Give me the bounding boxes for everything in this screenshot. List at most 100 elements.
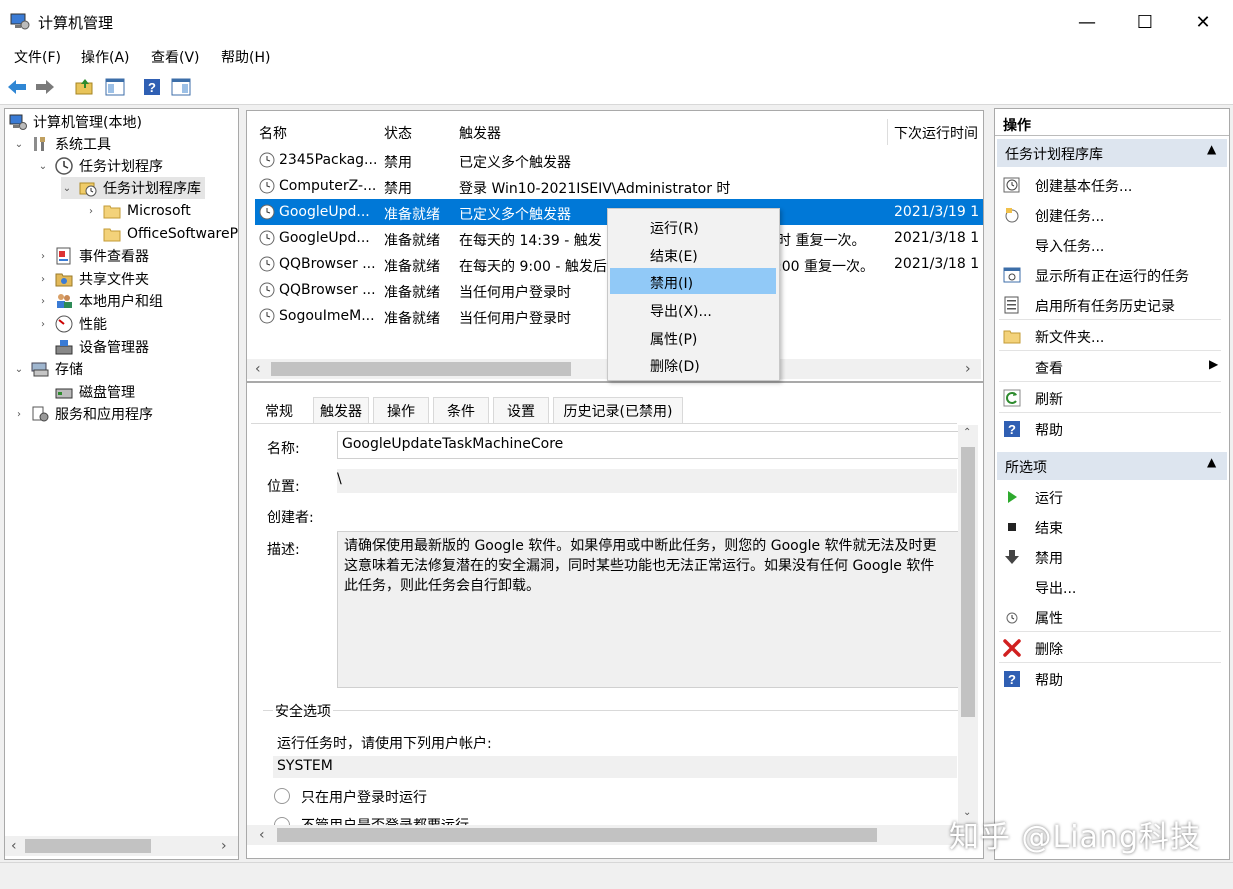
description-field[interactable]: 请确保使用最新版的 Google 软件。如果停用或中断此任务，则您的 Googl… bbox=[337, 531, 959, 688]
tree-item-performance[interactable]: › 性能 bbox=[37, 313, 107, 335]
context-menu-export[interactable]: 导出(X)... bbox=[610, 296, 776, 322]
scroll-thumb[interactable] bbox=[961, 447, 975, 717]
action-show-running-tasks[interactable]: 显示所有正在运行的任务 bbox=[995, 261, 1225, 289]
table-row[interactable]: 2345Packag... 禁用 已定义多个触发器 bbox=[255, 147, 983, 173]
chevron-down-icon[interactable]: ⌄ bbox=[13, 139, 25, 150]
action-refresh[interactable]: 刷新 bbox=[995, 384, 1225, 412]
action-help-selected[interactable]: ? 帮助 bbox=[995, 665, 1225, 693]
run-as-account-value: SYSTEM bbox=[277, 758, 333, 774]
menu-action[interactable]: 操作(A) bbox=[81, 47, 130, 67]
tab-conditions[interactable]: 条件 bbox=[433, 397, 489, 424]
scroll-thumb[interactable] bbox=[25, 839, 151, 853]
collapse-up-icon[interactable]: ▲ bbox=[1207, 455, 1216, 469]
minimize-button[interactable]: — bbox=[1058, 0, 1116, 44]
chevron-right-icon[interactable]: › bbox=[37, 296, 49, 307]
radio-whether-logged-on[interactable] bbox=[274, 817, 290, 825]
column-header-status[interactable]: 状态 bbox=[384, 123, 412, 143]
tree-item-officesoftwareprotection[interactable]: OfficeSoftwareP bbox=[103, 223, 238, 245]
tab-history[interactable]: 历史记录(已禁用) bbox=[553, 397, 683, 424]
close-button[interactable]: ✕ bbox=[1174, 0, 1232, 44]
context-menu-delete[interactable]: 删除(D) bbox=[610, 351, 776, 377]
context-menu-properties[interactable]: 属性(P) bbox=[610, 324, 776, 350]
location-field[interactable]: \ bbox=[337, 469, 957, 493]
action-help[interactable]: ? 帮助 bbox=[995, 415, 1225, 443]
show-hide-tree-icon[interactable] bbox=[104, 76, 126, 98]
tree-item-system-tools[interactable]: ⌄ 系统工具 bbox=[13, 133, 111, 155]
chevron-down-icon[interactable]: ⌄ bbox=[13, 364, 25, 375]
tab-triggers[interactable]: 触发器 bbox=[313, 397, 369, 424]
collapse-up-icon[interactable]: ▲ bbox=[1207, 142, 1216, 156]
scroll-right-icon[interactable]: › bbox=[221, 838, 227, 854]
action-enable-all-history[interactable]: 启用所有任务历史记录 bbox=[995, 291, 1225, 319]
column-divider bbox=[887, 119, 888, 145]
action-properties[interactable]: 属性 bbox=[995, 603, 1225, 631]
tree-item-microsoft[interactable]: › Microsoft bbox=[85, 200, 191, 222]
divider bbox=[995, 135, 1229, 136]
show-hide-action-pane-icon[interactable] bbox=[170, 76, 192, 98]
column-header-name[interactable]: 名称 bbox=[259, 123, 287, 143]
tree-horizontal-scrollbar[interactable]: ‹ › bbox=[5, 836, 238, 856]
scroll-left-icon[interactable]: ‹ bbox=[11, 838, 17, 854]
section-header-task-library[interactable]: 任务计划程序库 ▲ bbox=[997, 139, 1227, 167]
radio-logged-on-only[interactable] bbox=[274, 788, 290, 804]
up-folder-icon[interactable] bbox=[74, 76, 96, 98]
chevron-down-icon[interactable]: ⌄ bbox=[37, 161, 49, 172]
chevron-right-icon[interactable]: › bbox=[37, 251, 49, 262]
chevron-right-icon[interactable]: › bbox=[37, 319, 49, 330]
action-create-task[interactable]: 创建任务... bbox=[995, 201, 1225, 229]
tree-item-event-viewer[interactable]: › 事件查看器 bbox=[37, 245, 149, 267]
action-create-basic-task[interactable]: 创建基本任务... bbox=[995, 171, 1225, 199]
tree-item-task-scheduler-library[interactable]: ⌄ 任务计划程序库 bbox=[61, 177, 205, 199]
table-row[interactable]: ComputerZ-... 禁用 登录 Win10-2021ISEIV\Admi… bbox=[255, 173, 983, 199]
chevron-right-icon[interactable]: › bbox=[37, 274, 49, 285]
scroll-up-icon[interactable]: ⌃ bbox=[963, 427, 971, 438]
scroll-thumb[interactable] bbox=[271, 362, 571, 376]
run-as-account-field[interactable]: SYSTEM bbox=[273, 756, 957, 778]
action-import-task[interactable]: 导入任务... bbox=[995, 231, 1225, 259]
details-vertical-scrollbar[interactable]: ⌃ ⌄ bbox=[958, 425, 978, 825]
menu-view[interactable]: 查看(V) bbox=[151, 47, 200, 67]
tree-item-disk-management[interactable]: 磁盘管理 bbox=[55, 381, 135, 403]
scroll-left-icon[interactable]: ‹ bbox=[255, 361, 261, 377]
chevron-right-icon[interactable]: › bbox=[85, 206, 97, 217]
security-options-title: 安全选项 bbox=[273, 701, 333, 721]
menu-help[interactable]: 帮助(H) bbox=[221, 47, 270, 67]
tree-item-computer-management[interactable]: 计算机管理(本地) bbox=[9, 111, 142, 133]
scroll-right-icon[interactable]: › bbox=[965, 361, 971, 377]
tree-item-local-users-groups[interactable]: › 本地用户和组 bbox=[37, 290, 163, 312]
scroll-thumb[interactable] bbox=[277, 828, 877, 842]
help-icon[interactable]: ? bbox=[141, 76, 163, 98]
action-disable[interactable]: 禁用 bbox=[995, 543, 1225, 571]
tree-item-shared-folders[interactable]: › 共享文件夹 bbox=[37, 268, 149, 290]
action-end[interactable]: 结束 bbox=[995, 513, 1225, 541]
tree-item-storage[interactable]: ⌄ 存储 bbox=[13, 358, 83, 380]
chevron-down-icon[interactable]: ⌄ bbox=[61, 183, 73, 194]
tab-general[interactable]: 常规 bbox=[251, 397, 307, 424]
scroll-left-icon[interactable]: ‹ bbox=[259, 827, 265, 843]
tab-actions[interactable]: 操作 bbox=[373, 397, 429, 424]
name-field[interactable]: GoogleUpdateTaskMachineCore bbox=[337, 431, 959, 459]
tree-item-device-manager[interactable]: 设备管理器 bbox=[55, 336, 149, 358]
clipped-row: 不管用户是否登录都要运行 bbox=[247, 815, 957, 825]
tab-settings[interactable]: 设置 bbox=[493, 397, 549, 424]
tree-item-services-applications[interactable]: › 服务和应用程序 bbox=[13, 403, 153, 425]
tree-item-task-scheduler[interactable]: ⌄ 任务计划程序 bbox=[37, 155, 163, 177]
maximize-button[interactable]: ☐ bbox=[1116, 0, 1174, 44]
action-export[interactable]: 导出... bbox=[995, 573, 1225, 601]
context-menu-disable[interactable]: 禁用(I) bbox=[610, 268, 776, 294]
column-header-next-run[interactable]: 下次运行时间 bbox=[894, 123, 978, 143]
action-run[interactable]: 运行 bbox=[995, 483, 1225, 511]
action-new-folder[interactable]: 新文件夹... bbox=[995, 322, 1225, 350]
chevron-right-icon[interactable]: › bbox=[13, 409, 25, 420]
context-menu-end[interactable]: 结束(E) bbox=[610, 241, 776, 267]
action-delete[interactable]: 删除 bbox=[995, 634, 1225, 662]
context-menu-run[interactable]: 运行(R) bbox=[610, 213, 776, 239]
details-horizontal-scrollbar[interactable]: ‹ bbox=[247, 825, 958, 845]
menu-file[interactable]: 文件(F) bbox=[14, 47, 61, 67]
action-view[interactable]: 查看 ▶ bbox=[995, 353, 1225, 381]
column-header-trigger[interactable]: 触发器 bbox=[459, 123, 501, 143]
section-header-selected-item[interactable]: 所选项 ▲ bbox=[997, 452, 1227, 480]
forward-icon[interactable] bbox=[34, 76, 56, 98]
tree-item-label: 服务和应用程序 bbox=[55, 407, 153, 423]
back-icon[interactable] bbox=[6, 76, 28, 98]
